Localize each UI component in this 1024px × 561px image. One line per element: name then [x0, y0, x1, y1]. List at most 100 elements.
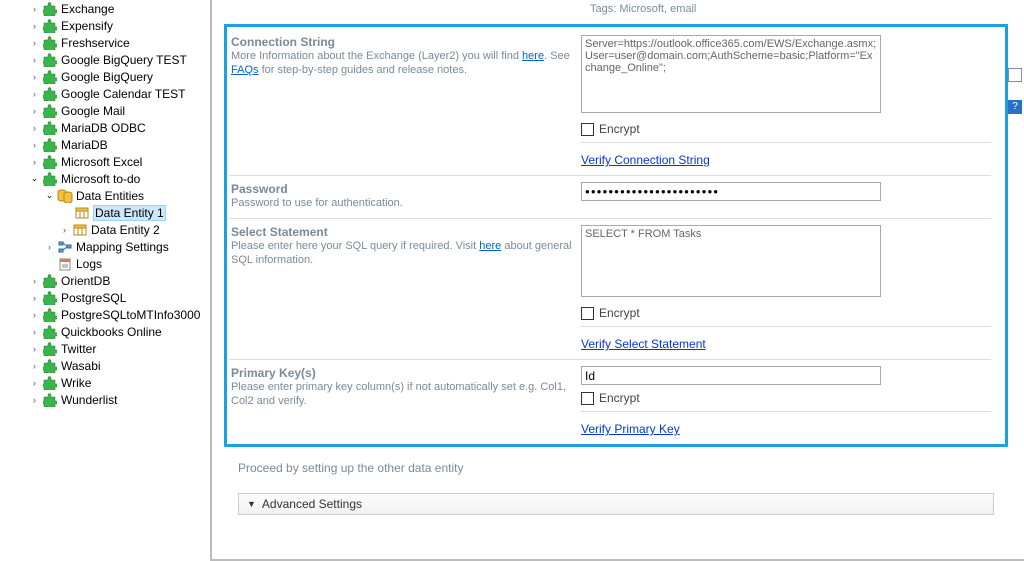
encrypt-connection-checkbox[interactable] — [581, 123, 594, 136]
mapping-icon — [57, 239, 73, 255]
tree-label: Google Mail — [61, 104, 125, 118]
faqs-link[interactable]: FAQs — [231, 64, 259, 76]
tree-postgresql[interactable]: › PostgreSQL — [29, 289, 205, 306]
primary-key-row: Primary Key(s) Please enter primary key … — [229, 359, 991, 438]
primary-key-desc: Please enter primary key column(s) if no… — [231, 380, 581, 408]
chevron-down-icon: ⌄ — [29, 173, 40, 184]
password-desc: Password to use for authentication. — [231, 196, 581, 210]
connection-string-input[interactable] — [581, 35, 881, 113]
puzzle-icon — [42, 273, 58, 289]
triangle-down-icon: ▼ — [247, 499, 256, 509]
tree-label: Exchange — [61, 2, 114, 16]
tree-label: Microsoft Excel — [61, 155, 142, 169]
help-icon[interactable]: ? — [1008, 100, 1022, 114]
tree-label: Wunderlist — [61, 393, 117, 407]
tree-label: Mapping Settings — [76, 240, 169, 254]
tree-wrike[interactable]: › Wrike — [29, 374, 205, 391]
puzzle-icon — [42, 120, 58, 136]
tree-quickbooks[interactable]: › Quickbooks Online — [29, 323, 205, 340]
tree-postgresql-mtinfo[interactable]: › PostgreSQLtoMTInfo3000 — [29, 306, 205, 323]
tree-google-mail[interactable]: › Google Mail — [29, 102, 205, 119]
tree-orientdb[interactable]: › OrientDB — [29, 272, 205, 289]
tree-data-entity-2[interactable]: › Data Entity 2 — [59, 221, 205, 238]
puzzle-icon — [42, 341, 58, 357]
table-icon — [72, 222, 88, 238]
tree-microsoft-todo[interactable]: ⌄ Microsoft to-do — [29, 170, 205, 187]
encrypt-label: Encrypt — [599, 306, 640, 320]
chevron-right-icon: › — [29, 71, 40, 82]
tree-label: PostgreSQLtoMTInfo3000 — [61, 308, 200, 322]
encrypt-select-checkbox[interactable] — [581, 307, 594, 320]
tree-label: PostgreSQL — [61, 291, 126, 305]
tree-label: MariaDB ODBC — [61, 121, 146, 135]
desc-text: . See — [544, 50, 570, 62]
puzzle-icon — [42, 35, 58, 51]
tree-label: Google BigQuery TEST — [61, 53, 187, 67]
password-row: Password Password to use for authenticat… — [229, 175, 991, 218]
primary-key-title: Primary Key(s) — [231, 366, 581, 380]
tree-logs[interactable]: Logs — [57, 255, 205, 272]
chevron-right-icon: › — [29, 122, 40, 133]
select-title: Select Statement — [231, 225, 581, 239]
verify-primary-key-link[interactable]: Verify Primary Key — [581, 422, 680, 436]
proceed-text: Proceed by setting up the other data ent… — [238, 461, 994, 475]
puzzle-icon — [42, 1, 58, 17]
tree-mapping-settings[interactable]: › Mapping Settings — [44, 238, 205, 255]
encrypt-label: Encrypt — [599, 391, 640, 405]
tree-label: Wasabi — [61, 359, 101, 373]
highlighted-settings-box: Connection String More Information about… — [224, 24, 1008, 447]
chevron-right-icon: › — [29, 139, 40, 150]
tree-label: Data Entity 2 — [91, 223, 160, 237]
puzzle-icon — [42, 375, 58, 391]
table-icon — [74, 205, 90, 221]
tree-wunderlist[interactable]: › Wunderlist — [29, 391, 205, 408]
side-tool-icon[interactable] — [1008, 68, 1022, 82]
tree-mariadb-odbc[interactable]: › MariaDB ODBC — [29, 119, 205, 136]
tree-google-calendar-test[interactable]: › Google Calendar TEST — [29, 85, 205, 102]
chevron-right-icon: › — [29, 309, 40, 320]
database-icon — [57, 188, 73, 204]
tree-label: Quickbooks Online — [61, 325, 162, 339]
logs-icon — [57, 256, 73, 272]
puzzle-icon — [42, 392, 58, 408]
tree-mariadb[interactable]: › MariaDB — [29, 136, 205, 153]
verify-connection-link[interactable]: Verify Connection String — [581, 153, 710, 167]
sql-here-link[interactable]: here — [479, 240, 501, 252]
tree-data-entities[interactable]: ⌄ Data Entities — [44, 187, 205, 204]
tree-exchange[interactable]: › Exchange — [29, 0, 205, 17]
tree-bigquery-test[interactable]: › Google BigQuery TEST — [29, 51, 205, 68]
desc-text: for step-by-step guides and release note… — [259, 64, 468, 76]
password-input[interactable] — [581, 182, 881, 201]
connection-string-desc: More Information about the Exchange (Lay… — [231, 49, 581, 77]
tree-label: Wrike — [61, 376, 91, 390]
puzzle-icon — [42, 307, 58, 323]
tree-twitter[interactable]: › Twitter — [29, 340, 205, 357]
tree-wasabi[interactable]: › Wasabi — [29, 357, 205, 374]
desc-text: More Information about the Exchange (Lay… — [231, 50, 522, 62]
chevron-right-icon: › — [29, 326, 40, 337]
chevron-right-icon: › — [29, 20, 40, 31]
select-statement-input[interactable] — [581, 225, 881, 297]
tree-data-entity-1[interactable]: Data Entity 1 — [74, 204, 205, 221]
tree-freshservice[interactable]: › Freshservice — [29, 34, 205, 51]
tree-label: Logs — [76, 257, 102, 271]
chevron-right-icon: › — [29, 292, 40, 303]
select-desc: Please enter here your SQL query if requ… — [231, 239, 581, 267]
select-statement-row: Select Statement Please enter here your … — [229, 218, 991, 359]
tree-microsoft-excel[interactable]: › Microsoft Excel — [29, 153, 205, 170]
chevron-right-icon: › — [29, 88, 40, 99]
chevron-right-icon: › — [29, 3, 40, 14]
tree-label: Google Calendar TEST — [61, 87, 186, 101]
encrypt-primary-key-checkbox[interactable] — [581, 392, 594, 405]
tree-bigquery[interactable]: › Google BigQuery — [29, 68, 205, 85]
verify-select-link[interactable]: Verify Select Statement — [581, 337, 706, 351]
tree-label: Expensify — [61, 19, 113, 33]
tree-label: Microsoft to-do — [61, 172, 140, 186]
chevron-right-icon: › — [29, 377, 40, 388]
advanced-settings-expander[interactable]: ▼ Advanced Settings — [238, 493, 994, 515]
tree-expensify[interactable]: › Expensify — [29, 17, 205, 34]
here-link[interactable]: here — [522, 50, 544, 62]
puzzle-icon — [42, 171, 58, 187]
chevron-right-icon: › — [29, 360, 40, 371]
primary-key-input[interactable] — [581, 366, 881, 385]
